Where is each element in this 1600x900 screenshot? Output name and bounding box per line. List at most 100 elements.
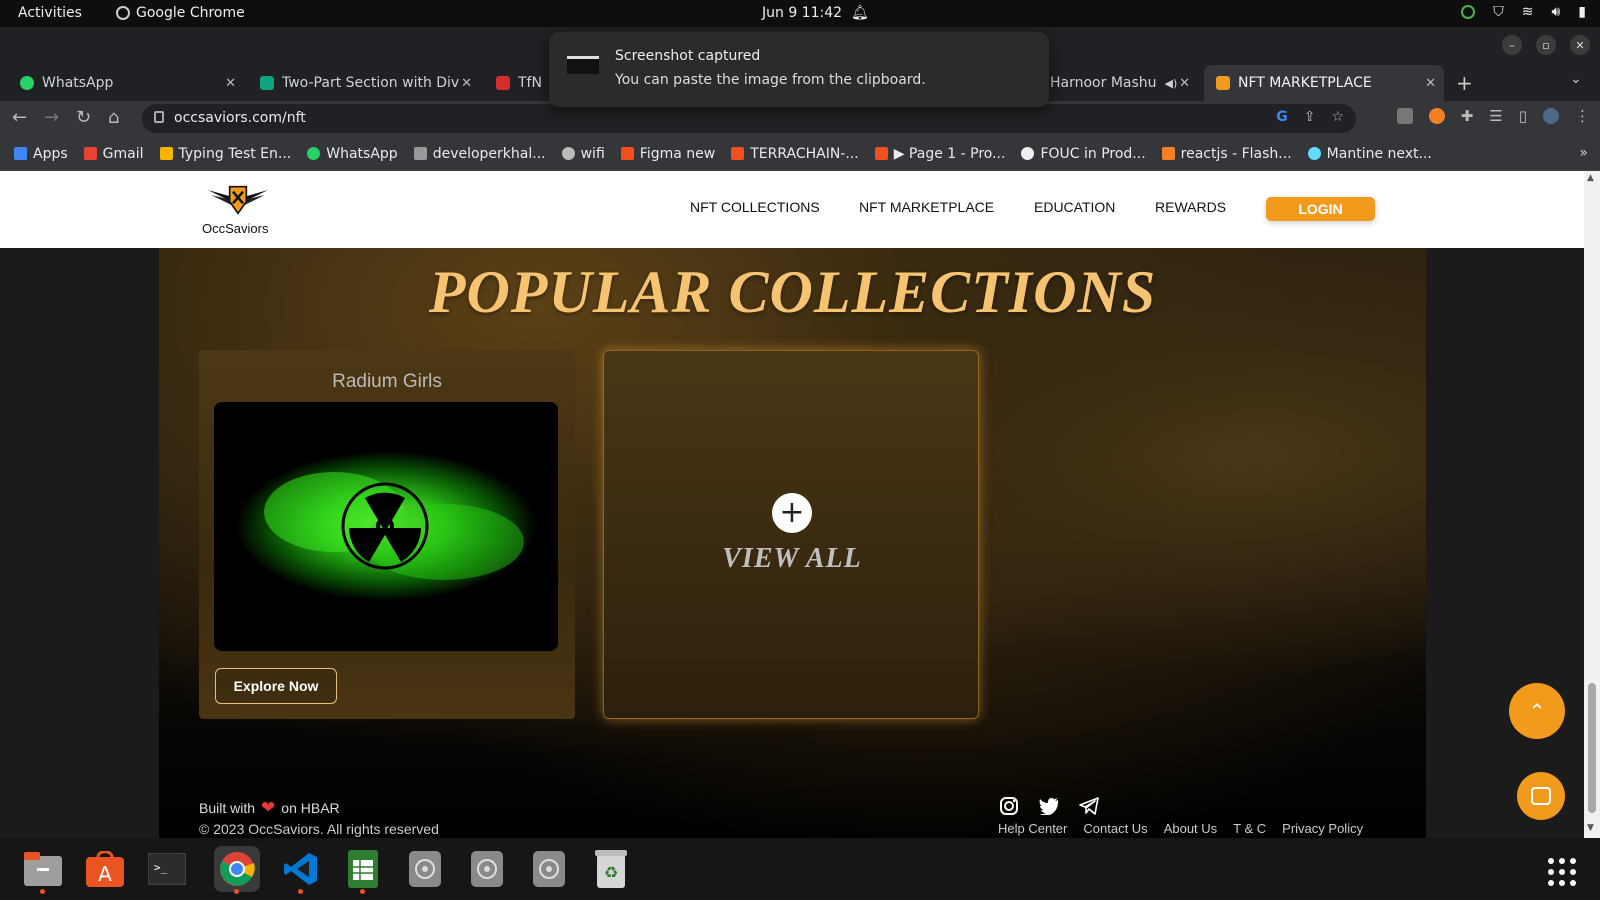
kebab-menu-icon[interactable]: ⋮ xyxy=(1575,107,1590,125)
chat-widget-button[interactable] xyxy=(1517,772,1565,820)
instagram-icon[interactable] xyxy=(998,795,1020,817)
side-panel-icon[interactable]: ▯ xyxy=(1519,107,1527,125)
bookmark-typing-test[interactable]: Typing Test En... xyxy=(159,146,291,162)
dock: A >_ ♻ xyxy=(0,838,1600,900)
share-icon[interactable]: ⇪ xyxy=(1304,109,1316,125)
bookmark-label: WhatsApp xyxy=(326,145,398,162)
forward-icon[interactable]: → xyxy=(44,107,59,128)
activities-button[interactable]: Activities xyxy=(18,5,82,21)
figma-icon xyxy=(620,147,634,160)
dock-disc-1[interactable] xyxy=(402,846,448,892)
dock-vscode[interactable] xyxy=(278,846,324,894)
clock[interactable]: Jun 9 11:42 🔔︎ xyxy=(762,5,869,21)
close-tab-icon[interactable]: ✕ xyxy=(461,76,472,91)
dock-chrome[interactable] xyxy=(214,846,260,894)
login-button[interactable]: LOGIN xyxy=(1266,197,1375,221)
footer-link-terms[interactable]: T & C xyxy=(1233,821,1266,836)
telegram-icon[interactable] xyxy=(1078,795,1100,817)
bookmark-reactjs[interactable]: reactjs - Flash... xyxy=(1161,146,1292,162)
more-bookmarks-icon[interactable]: » xyxy=(1579,145,1588,161)
avatar[interactable] xyxy=(1543,108,1559,124)
collection-card[interactable]: Radium Girls Explore Now xyxy=(199,350,575,719)
bookmark-apps[interactable]: Apps xyxy=(14,146,68,162)
dock-terminal[interactable]: >_ xyxy=(144,846,190,892)
close-tab-icon[interactable]: ✕ xyxy=(1425,76,1436,91)
footer-link-help-center[interactable]: Help Center xyxy=(998,821,1067,836)
scrollbar-thumb[interactable] xyxy=(1588,683,1596,813)
tab-harnoor[interactable]: Harnoor Mashu ◀) ✕ xyxy=(1038,65,1198,101)
nav-nft-marketplace[interactable]: NFT MARKETPLACE xyxy=(859,199,994,215)
bookmark-mantine[interactable]: Mantine next... xyxy=(1307,146,1432,162)
tab-label: Harnoor Mashu xyxy=(1050,75,1157,91)
nav-nft-collections[interactable]: NFT COLLECTIONS xyxy=(690,199,820,215)
system-tray[interactable]: ⛉ ≋ 🔊︎ ▮ xyxy=(1461,4,1586,20)
footer-link-contact-us[interactable]: Contact Us xyxy=(1083,821,1147,836)
bookmark-developerkhal[interactable]: developerkhal... xyxy=(413,146,546,162)
dock-trash[interactable]: ♻ xyxy=(588,846,634,892)
tab-nft-marketplace[interactable]: NFT MARKETPLACE ✕ xyxy=(1204,65,1444,101)
show-applications-icon[interactable] xyxy=(1548,858,1576,886)
notification-title: Screenshot captured xyxy=(615,48,761,64)
back-icon[interactable]: ← xyxy=(12,107,27,128)
radioactive-green-smoke-image xyxy=(214,402,558,651)
site-header: OccSaviors NFT COLLECTIONS NFT MARKETPLA… xyxy=(0,171,1584,248)
dock-files[interactable] xyxy=(20,846,66,894)
bookmark-wifi[interactable]: wifi xyxy=(561,146,605,162)
app-menu[interactable]: Google Chrome xyxy=(116,5,245,21)
tab-whatsapp[interactable]: WhatsApp ✕ xyxy=(8,65,244,101)
bookmark-gmail[interactable]: Gmail xyxy=(83,146,144,162)
scroll-to-top-button[interactable]: ⌃ xyxy=(1509,683,1565,739)
close-tab-icon[interactable]: ✕ xyxy=(1179,76,1190,91)
star-icon[interactable]: ☆ xyxy=(1331,109,1344,125)
bookmark-terrachain[interactable]: TERRACHAIN-... xyxy=(731,146,859,162)
dock-disc-3[interactable] xyxy=(526,846,572,892)
footer-link-about-us[interactable]: About Us xyxy=(1164,821,1217,836)
disc-icon xyxy=(533,851,565,887)
footer-link-privacy-policy[interactable]: Privacy Policy xyxy=(1282,821,1363,836)
tab-search-icon[interactable]: ⌄ xyxy=(1570,71,1582,87)
view-all-card[interactable]: + VIEW ALL xyxy=(603,350,979,719)
dock-disc-2[interactable] xyxy=(464,846,510,892)
extension-icon[interactable] xyxy=(1428,108,1445,124)
twitter-icon[interactable] xyxy=(1038,795,1060,817)
nav-education[interactable]: EDUCATION xyxy=(1034,199,1115,215)
page-scrollbar[interactable]: ▲ ▼ xyxy=(1584,171,1600,838)
bookmark-label: FOUC in Prod... xyxy=(1040,145,1146,162)
dock-spreadsheet[interactable] xyxy=(340,846,386,894)
bookmark-whatsapp[interactable]: WhatsApp xyxy=(307,145,398,162)
home-icon[interactable]: ⌂ xyxy=(108,107,119,128)
tab-tfn[interactable]: TfN xyxy=(484,65,554,101)
reload-icon[interactable]: ↻ xyxy=(76,107,91,128)
bookmark-page-1[interactable]: ▶ Page 1 - Pro... xyxy=(874,146,1005,162)
on-hbar-text: on HBAR xyxy=(281,800,340,816)
tab-label: NFT MARKETPLACE xyxy=(1238,75,1372,91)
scroll-down-icon[interactable]: ▼ xyxy=(1587,823,1594,833)
bookmark-figma[interactable]: Figma new xyxy=(620,146,715,162)
bookmark-fouc[interactable]: FOUC in Prod... xyxy=(1021,145,1146,162)
maximize-icon[interactable]: ▫ xyxy=(1536,35,1556,55)
scroll-up-icon[interactable]: ▲ xyxy=(1587,173,1594,183)
stackoverflow-icon xyxy=(1161,147,1175,160)
collection-image[interactable] xyxy=(214,402,558,651)
extension-icon[interactable] xyxy=(1396,108,1413,124)
minimize-icon[interactable]: – xyxy=(1502,35,1522,55)
close-tab-icon[interactable]: ✕ xyxy=(225,76,236,91)
puzzle-icon[interactable]: ✚ xyxy=(1461,107,1474,125)
google-icon[interactable]: G xyxy=(1276,109,1288,125)
screenshot-notification[interactable]: Screenshot captured You can paste the im… xyxy=(549,32,1049,107)
explore-now-button[interactable]: Explore Now xyxy=(215,668,337,704)
dock-app-store[interactable]: A xyxy=(82,846,128,892)
whatsapp-icon xyxy=(307,147,321,160)
tab-label: TfN xyxy=(518,75,542,91)
reading-list-icon[interactable]: ☰ xyxy=(1489,107,1502,125)
new-tab-icon[interactable]: + xyxy=(1456,71,1473,95)
address-bar[interactable]: occsaviors.com/nft G ⇪ ☆ xyxy=(142,104,1356,133)
close-icon[interactable]: ✕ xyxy=(1570,35,1590,55)
tab-two-part-section[interactable]: Two-Part Section with Div ✕ xyxy=(248,65,480,101)
site-logo[interactable]: OccSaviors xyxy=(196,183,280,241)
nav-rewards[interactable]: REWARDS xyxy=(1155,199,1226,215)
popular-collections-section: POPULAR COLLECTIONS Radium Girls Explore… xyxy=(159,248,1426,838)
spreadsheet-icon xyxy=(348,850,378,888)
running-indicator xyxy=(40,889,45,894)
footer-links: Help Center Contact Us About Us T & C Pr… xyxy=(998,821,1363,836)
